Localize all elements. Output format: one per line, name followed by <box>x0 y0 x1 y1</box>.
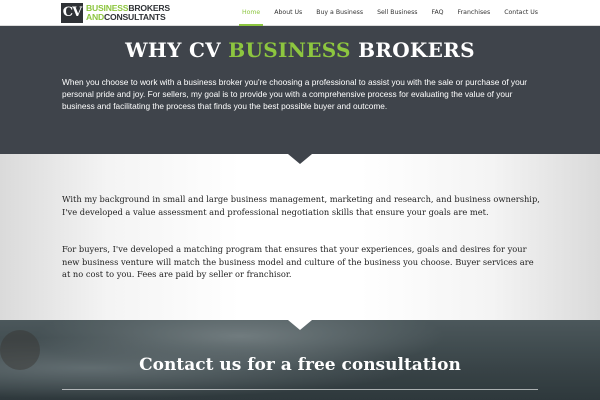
about-paragraph-sellers: With my background in small and large bu… <box>62 194 540 217</box>
site-logo[interactable]: CV BUSINESSBROKERS ANDCONSULTANTS <box>61 3 170 23</box>
logo-word-and: AND <box>86 12 105 22</box>
contact-divider <box>62 389 538 390</box>
why-title-green: BUSINESS <box>228 38 351 62</box>
nav-franchises[interactable]: Franchises <box>458 0 491 26</box>
why-title: WHY CV BUSINESS BROKERS <box>0 38 600 62</box>
nav-home[interactable]: Home <box>238 0 264 26</box>
main-nav: Home About Us Buy a Business Sell Busine… <box>228 0 538 26</box>
logo-word-consultants: CONSULTANTS <box>104 12 166 22</box>
why-intro-text: When you choose to work with a business … <box>62 77 528 111</box>
nav-sell-business[interactable]: Sell Business <box>377 0 417 26</box>
logo-wordmark: BUSINESSBROKERS ANDCONSULTANTS <box>86 4 170 22</box>
section-arrow-down-2 <box>288 320 312 330</box>
why-section: WHY CV BUSINESS BROKERS When you choose … <box>0 26 600 154</box>
about-paragraph-buyers: For buyers, I've developed a matching pr… <box>62 244 534 280</box>
contact-section: Contact us for a free consultation <box>0 320 600 400</box>
contact-title: Contact us for a free consultation <box>139 355 461 375</box>
section-arrow-down-1 <box>288 154 312 164</box>
nav-about-us[interactable]: About Us <box>274 0 302 26</box>
about-section: With my background in small and large bu… <box>0 154 600 320</box>
site-header: CV BUSINESSBROKERS ANDCONSULTANTS Home A… <box>0 0 600 26</box>
nav-buy-a-business[interactable]: Buy a Business <box>316 0 363 26</box>
why-title-post: BROKERS <box>358 38 475 62</box>
logo-mark: CV <box>61 3 83 23</box>
logo-line-2: ANDCONSULTANTS <box>86 13 170 22</box>
why-title-pre: WHY CV <box>125 38 222 62</box>
nav-contact-us[interactable]: Contact Us <box>504 0 538 26</box>
nav-faq[interactable]: FAQ <box>432 0 444 26</box>
